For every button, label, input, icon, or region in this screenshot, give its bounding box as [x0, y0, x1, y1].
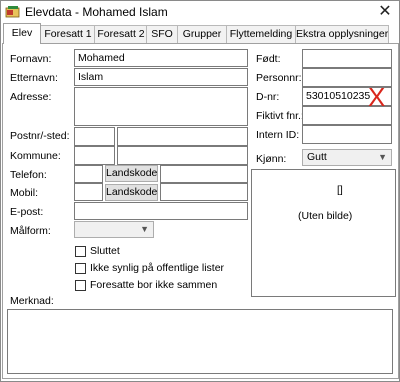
tab-elev[interactable]: Elev — [3, 23, 41, 44]
adresse-field[interactable] — [74, 87, 248, 126]
fiktivt-label: Fiktivt fnr.: — [256, 110, 304, 122]
postnr-field[interactable] — [74, 127, 115, 146]
window-title: Elevdata - Mohamed Islam — [25, 5, 168, 19]
mobil-field[interactable] — [160, 183, 248, 201]
foresatte-label: Foresatte bor ikke sammen — [90, 279, 218, 291]
app-icon — [5, 6, 20, 18]
tab-flyttemelding[interactable]: Flyttemelding — [226, 25, 296, 43]
kommune-navn-field[interactable] — [117, 146, 248, 165]
epost-field[interactable] — [74, 202, 248, 220]
adresse-label: Adresse: — [10, 91, 52, 103]
chevron-down-icon: ▼ — [140, 224, 149, 234]
ikke-synlig-checkbox[interactable] — [75, 263, 86, 274]
postnr-label: Postnr/-sted: — [10, 130, 70, 142]
merknad-field[interactable] — [7, 309, 393, 374]
fiktivt-field[interactable] — [302, 106, 392, 125]
tab-grupper[interactable]: Grupper — [177, 25, 227, 43]
etternavn-field[interactable]: Islam — [74, 68, 248, 86]
tab-foresatt-2[interactable]: Foresatt 2 — [94, 25, 148, 43]
photo-status-text: (Uten bilde) — [298, 210, 353, 222]
malform-label: Målform: — [10, 225, 51, 237]
chevron-down-icon: ▼ — [378, 152, 387, 162]
telefon-landskode-button[interactable]: Landskode — [105, 165, 158, 182]
internid-field[interactable] — [302, 125, 392, 144]
mobil-landskode-button[interactable]: Landskode — [105, 184, 158, 201]
poststed-field[interactable] — [117, 127, 248, 146]
telefon-prefix-field[interactable] — [74, 165, 103, 183]
kommune-label: Kommune: — [10, 150, 61, 162]
kommune-nr-field[interactable] — [74, 146, 115, 165]
etternavn-label: Etternavn: — [10, 72, 58, 84]
sluttet-checkbox[interactable] — [75, 246, 86, 257]
fornavn-field[interactable]: Mohamed — [74, 49, 248, 67]
title-bar: Elevdata - Mohamed Islam ✕ — [1, 1, 399, 23]
epost-label: E-post: — [10, 206, 44, 218]
mobil-prefix-field[interactable] — [74, 183, 103, 201]
internid-label: Intern ID: — [256, 129, 300, 141]
sluttet-label: Sluttet — [90, 245, 120, 257]
tab-ekstra-opplysninger[interactable]: Ekstra opplysninger — [295, 25, 389, 43]
tab-foresatt-1[interactable]: Foresatt 1 — [40, 25, 96, 43]
photo-placeholder-icon: [] — [337, 184, 343, 196]
telefon-field[interactable] — [160, 165, 248, 183]
kjonn-label: Kjønn: — [256, 153, 287, 165]
foresatte-checkbox[interactable] — [75, 280, 86, 291]
malform-dropdown[interactable]: ▼ — [74, 221, 154, 238]
fornavn-label: Fornavn: — [10, 53, 52, 65]
fodt-label: Født: — [256, 53, 281, 65]
tab-strip: Elev Foresatt 1 Foresatt 2 SFO Grupper F… — [0, 23, 400, 44]
personnr-label: Personnr: — [256, 72, 302, 84]
merknad-label: Merknad: — [10, 295, 54, 307]
mobil-label: Mobil: — [10, 187, 39, 199]
dnr-label: D-nr: — [256, 91, 280, 103]
tab-sfo[interactable]: SFO — [146, 25, 178, 43]
ikke-synlig-label: Ikke synlig på offentlige lister — [90, 262, 225, 274]
fodt-field[interactable] — [302, 49, 392, 68]
kjonn-dropdown[interactable]: Gutt ▼ — [302, 149, 392, 166]
telefon-label: Telefon: — [10, 169, 47, 181]
close-button[interactable]: ✕ — [375, 2, 395, 22]
kjonn-value: Gutt — [307, 151, 327, 163]
photo-area[interactable]: [] (Uten bilde) — [251, 169, 396, 297]
